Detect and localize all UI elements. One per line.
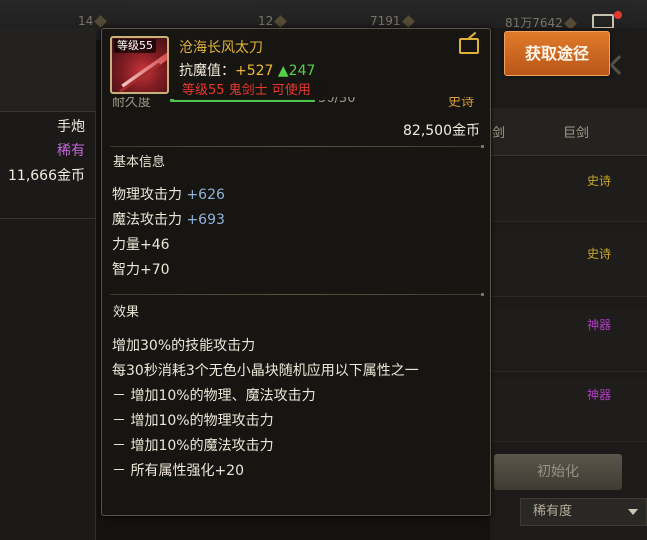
effect-line: － 增加10%的物理攻击力 [112,413,274,429]
list-item-grade: 神器 [586,318,611,332]
tab-partial[interactable]: 剑 [492,122,505,141]
basic-info-title: 基本信息 [113,155,166,170]
stat-label: 物理攻击力 [112,187,187,203]
obtain-route-button[interactable]: 获取途径 [504,31,610,76]
mail-icon[interactable] [592,14,614,29]
status-stat-1-value: 14 [78,14,94,28]
gem-icon [274,15,288,28]
stat-label: 力量+46 [112,237,170,253]
effect-line: 每30秒消耗3个无色小晶块随机应用以下属性之一 [112,363,419,379]
usage-requirement: 等级55 鬼剑士 可使用 [174,82,330,100]
compare-item-header [0,28,96,112]
compare-item-type: 手炮 [57,119,85,135]
compare-item-rarity: 稀有 [57,143,85,159]
item-tooltip: 等级55 沧海长风太刀 抗魔值：+527 ▲247 耐久度 30/30 史诗 等… [101,28,491,516]
divider [110,293,484,296]
list-item[interactable]: 神器 [490,378,647,442]
stat-value: +626 [186,187,225,203]
stat-strength: 力量+46 [112,234,170,254]
katana-icon: 等级55 [110,36,169,94]
stat-label: 智力+70 [112,262,170,278]
divider [0,218,96,219]
status-stat-3-value: 7191 [370,14,401,28]
reset-button[interactable]: 初始化 [494,454,622,490]
effect-line: 增加30%的技能攻击力 [112,338,256,354]
effect-line: － 所有属性强化+20 [112,463,244,479]
magic-resist-value: +527 [235,63,274,79]
list-item[interactable]: 史诗 [490,158,647,222]
rarity-dropdown-label: 稀有度 [533,504,573,519]
stat-magic-attack: 魔法攻击力 +693 [112,209,225,229]
list-item-grade: 神器 [586,388,611,402]
item-grade: 史诗 [447,97,474,110]
share-icon[interactable] [459,38,479,54]
item-price: 82,500金币 [403,123,480,139]
effect-title: 效果 [113,305,140,320]
magic-resist-line: 抗魔值：+527 ▲247 [179,60,315,80]
durability-label: 耐久度 [112,97,152,110]
effect-line: － 增加10%的魔法攻击力 [112,438,274,454]
tab-great-sword[interactable]: 巨剑 [563,122,589,141]
list-item[interactable]: 史诗 [490,233,647,297]
level-badge: 等级55 [114,39,156,53]
list-item-grade: 史诗 [586,174,611,188]
stat-label: 魔法攻击力 [112,212,187,228]
divider [110,145,484,148]
list-item[interactable]: 神器 [490,308,647,372]
gem-icon [94,15,108,28]
list-item-grade: 史诗 [586,247,611,261]
compare-item-price: 11,666金币 [8,168,85,184]
notification-dot-icon [614,11,622,19]
effect-line: － 增加10%的物理、魔法攻击力 [112,388,316,404]
compare-item-panel: 手炮 稀有 11,666金币 [0,28,96,540]
stat-value: +693 [186,212,225,228]
status-stat-3: 7191 [370,14,415,28]
status-stat-1: 14 [78,14,108,28]
magic-resist-delta: ▲247 [277,63,316,79]
stat-intelligence: 智力+70 [112,259,170,279]
status-stat-2-value: 12 [258,14,274,28]
blade-shape [119,62,161,92]
stat-physical-attack: 物理攻击力 +626 [112,184,225,204]
magic-resist-label: 抗魔值： [179,63,235,79]
chevron-down-icon [628,509,638,515]
item-name: 沧海长风太刀 [179,40,263,56]
rarity-dropdown[interactable]: 稀有度 [520,498,647,526]
status-stat-2: 12 [258,14,288,28]
gem-icon [401,15,415,28]
